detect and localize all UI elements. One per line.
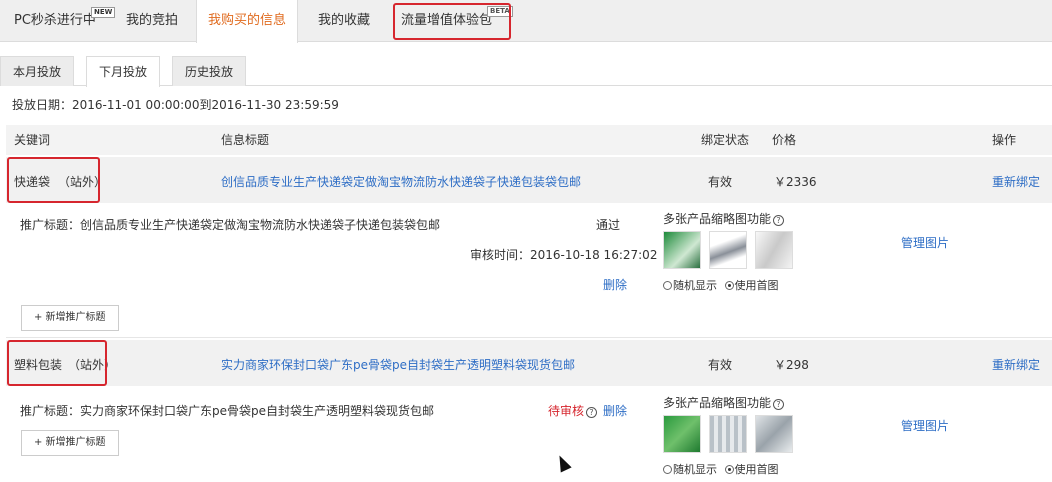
radio-first-image[interactable]	[724, 281, 734, 290]
row-detail: 推广标题：创信品质专业生产快递袋定做淘宝物流防水快递袋子快递包装袋包邮 通过 审…	[6, 203, 1052, 338]
header-title: 信息标题	[221, 133, 270, 147]
date-range: 投放日期：2016-11-01 00:00:00到2016-11-30 23:5…	[12, 98, 339, 112]
multi-image-label-text: 多张产品缩略图功能	[663, 396, 772, 410]
sub-tabs: 本月投放 下月投放 历史投放	[0, 56, 1052, 87]
thumbnail-image[interactable]	[755, 415, 793, 453]
review-status: 通过	[596, 218, 621, 232]
thumbnail-image[interactable]	[663, 415, 701, 453]
price: ￥2336	[774, 175, 817, 189]
subtab-next-month[interactable]: 下月投放	[86, 56, 160, 87]
price: ￥298	[774, 358, 809, 372]
delete-link[interactable]: 删除	[603, 402, 627, 419]
new-badge: NEW	[91, 7, 116, 18]
help-icon[interactable]: ?	[773, 399, 785, 410]
header-action: 操作	[992, 133, 1017, 147]
table-row: 快递袋 （站外） 创信品质专业生产快递袋定做淘宝物流防水快递袋子快递包装袋包邮 …	[6, 157, 1052, 203]
radio-first-label: 使用首图	[734, 463, 779, 476]
top-nav: PC秒杀进行中 NEW 我的竞拍 我购买的信息 我的收藏 流量增值体验包 BET…	[0, 0, 1052, 43]
tab-my-purchased-info[interactable]: 我购买的信息	[196, 0, 298, 43]
subtab-this-month[interactable]: 本月投放	[0, 56, 74, 86]
review-time: 审核时间：2016-10-18 16:27:02	[470, 248, 658, 262]
tab-my-auctions[interactable]: 我的竞拍	[126, 0, 178, 42]
header-status: 绑定状态	[701, 133, 750, 147]
tab-pc-flash-sale[interactable]: PC秒杀进行中	[14, 0, 96, 42]
tab-label: 我购买的信息	[207, 13, 286, 28]
multi-image-label-text: 多张产品缩略图功能	[663, 212, 772, 226]
tab-label: 我的竞拍	[126, 13, 179, 28]
header-keyword: 关键词	[14, 133, 51, 147]
info-title-link[interactable]: 创信品质专业生产快递袋定做淘宝物流防水快递袋子快递包装袋包邮	[221, 173, 581, 190]
info-title-link[interactable]: 实力商家环保封口袋广东pe骨袋pe自封袋生产透明塑料袋现货包邮	[221, 356, 575, 373]
radio-first-image[interactable]	[724, 465, 734, 474]
promo-title: 推广标题：实力商家环保封口袋广东pe骨袋pe自封袋生产透明塑料袋现货包邮	[20, 404, 435, 418]
add-promo-title-button[interactable]: + 新增推广标题	[21, 430, 119, 456]
subtab-history[interactable]: 历史投放	[172, 56, 246, 86]
thumbnail-image[interactable]	[663, 231, 701, 269]
image-mode-options: 随机显示 使用首图	[663, 461, 779, 477]
thumbnail-list	[663, 415, 793, 453]
radio-random-label: 随机显示	[673, 279, 717, 292]
highlight-box	[7, 340, 107, 386]
rebind-link[interactable]: 重新绑定	[992, 173, 1040, 190]
thumbnail-list	[663, 231, 793, 269]
image-mode-options: 随机显示 使用首图	[663, 277, 779, 293]
manage-images-link[interactable]: 管理图片	[901, 234, 949, 251]
multi-image-label: 多张产品缩略图功能?	[663, 210, 785, 227]
multi-image-label: 多张产品缩略图功能?	[663, 394, 785, 411]
thumbnail-image[interactable]	[709, 231, 747, 269]
rebind-link[interactable]: 重新绑定	[992, 356, 1040, 373]
radio-random[interactable]	[663, 281, 672, 290]
review-status-text: 待审核	[548, 404, 585, 418]
add-promo-title-button[interactable]: + 新增推广标题	[21, 305, 119, 331]
radio-random[interactable]	[663, 465, 672, 474]
header-price: 价格	[772, 133, 797, 147]
table-header: 关键词 信息标题 绑定状态 价格 操作	[6, 125, 1052, 155]
tab-my-favorites[interactable]: 我的收藏	[318, 0, 370, 42]
radio-random-label: 随机显示	[673, 463, 717, 476]
table-row: 塑料包装 （站外） 实力商家环保封口袋广东pe骨袋pe自封袋生产透明塑料袋现货包…	[6, 340, 1052, 386]
manage-images-link[interactable]: 管理图片	[901, 417, 949, 434]
highlight-box	[7, 157, 100, 203]
row-detail: 推广标题：实力商家环保封口袋广东pe骨袋pe自封袋生产透明塑料袋现货包邮 待审核…	[6, 386, 1052, 482]
highlight-box	[393, 3, 511, 40]
thumbnail-image[interactable]	[709, 415, 747, 453]
thumbnail-image[interactable]	[755, 231, 793, 269]
help-icon[interactable]: ?	[586, 407, 598, 418]
review-status: 待审核?	[548, 402, 598, 419]
help-icon[interactable]: ?	[773, 215, 785, 226]
radio-first-label: 使用首图	[734, 279, 779, 292]
tab-label: PC秒杀进行中	[14, 13, 96, 28]
promo-title: 推广标题：创信品质专业生产快递袋定做淘宝物流防水快递袋子快递包装袋包邮	[20, 218, 441, 232]
tab-label: 我的收藏	[318, 13, 371, 28]
delete-link[interactable]: 删除	[603, 276, 627, 293]
bind-status: 有效	[708, 358, 733, 372]
bind-status: 有效	[708, 175, 733, 189]
